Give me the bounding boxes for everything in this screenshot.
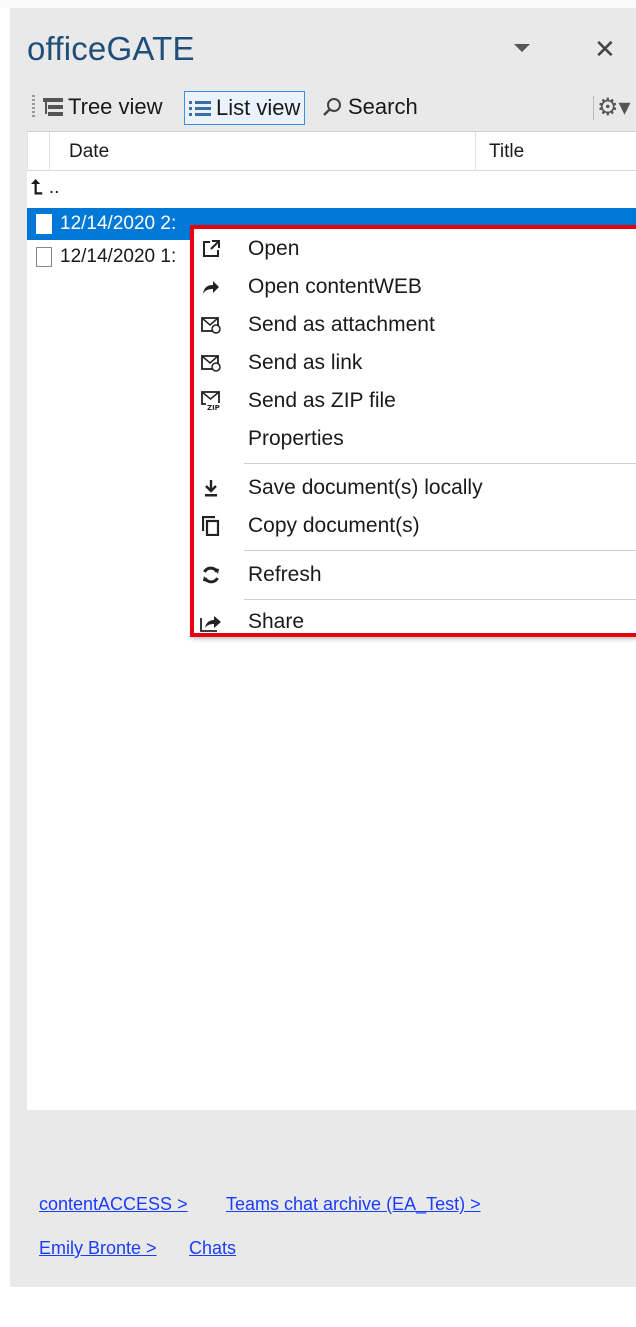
- menu-item-label: Refresh: [248, 563, 322, 586]
- menu-item-open[interactable]: Open: [194, 232, 636, 266]
- mail-link-icon: [200, 352, 222, 374]
- menu-item-send-as-zip[interactable]: ZIP Send as ZIP file: [194, 384, 636, 418]
- menu-item-label: Properties: [248, 427, 344, 450]
- tree-view-icon: [43, 98, 63, 116]
- open-external-icon: [200, 238, 222, 260]
- settings-gear-icon[interactable]: ⚙▾: [597, 93, 631, 122]
- menu-item-properties[interactable]: Properties: [194, 422, 636, 456]
- menu-item-label: Send as link: [248, 351, 363, 374]
- column-separator: [27, 132, 28, 170]
- menu-item-label: Open: [248, 237, 300, 260]
- document-icon: [36, 247, 52, 267]
- parent-folder-label: ..: [48, 177, 60, 198]
- menu-separator: [244, 463, 636, 464]
- share-icon: [200, 611, 222, 633]
- column-title[interactable]: Title: [489, 141, 524, 163]
- tree-view-label: Tree view: [68, 94, 163, 119]
- row-date: 12/14/2020 1:: [60, 246, 177, 267]
- toolbar: Tree view List view Search ⚙▾: [10, 88, 636, 126]
- mail-zip-icon: ZIP: [200, 390, 222, 412]
- list-view-button[interactable]: List view: [184, 91, 306, 125]
- menu-separator: [244, 550, 636, 551]
- up-arrow-icon: ⮤: [31, 176, 43, 199]
- context-menu: Open Open contentWEB Send as attachment …: [190, 225, 636, 637]
- close-icon[interactable]: ✕: [594, 36, 616, 62]
- search-button[interactable]: Search: [323, 91, 418, 123]
- menu-item-label: Send as ZIP file: [248, 389, 396, 412]
- column-header: Date Title: [27, 132, 636, 171]
- breadcrumb-contentaccess[interactable]: contentACCESS >: [39, 1194, 188, 1215]
- toolbar-separator: [593, 96, 594, 120]
- refresh-icon: [200, 564, 222, 586]
- document-icon: [36, 214, 52, 234]
- column-separator: [49, 132, 50, 170]
- panel-title: officeGATE: [27, 30, 195, 67]
- breadcrumb-emily-bronte[interactable]: Emily Bronte >: [39, 1238, 157, 1259]
- menu-item-share[interactable]: Share: [194, 605, 636, 639]
- top-strip: [0, 0, 636, 8]
- toolbar-grip: [32, 95, 35, 119]
- menu-item-copy-documents[interactable]: Copy document(s): [194, 509, 636, 543]
- menu-separator: [244, 599, 636, 600]
- forward-arrow-icon: [200, 276, 222, 298]
- copy-icon: [200, 515, 222, 537]
- menu-item-label: Copy document(s): [248, 514, 420, 537]
- column-date[interactable]: Date: [69, 141, 109, 163]
- svg-text:ZIP: ZIP: [207, 404, 220, 411]
- tree-view-button[interactable]: Tree view: [43, 91, 163, 123]
- list-view-label: List view: [216, 95, 301, 120]
- menu-item-label: Share: [248, 610, 305, 633]
- menu-item-open-contentweb[interactable]: Open contentWEB: [194, 270, 636, 304]
- list-view-icon: [189, 99, 211, 117]
- row-date: 12/14/2020 2:: [60, 213, 177, 234]
- mail-attachment-icon: [200, 314, 222, 336]
- menu-item-label: Save document(s) locally: [248, 476, 483, 499]
- breadcrumb-chats[interactable]: Chats: [189, 1238, 236, 1259]
- download-icon: [200, 477, 222, 499]
- search-label: Search: [348, 94, 418, 119]
- menu-item-send-as-attachment[interactable]: Send as attachment: [194, 308, 636, 342]
- menu-item-send-as-link[interactable]: Send as link: [194, 346, 636, 380]
- menu-item-label: Open contentWEB: [248, 275, 422, 298]
- column-separator: [475, 132, 476, 170]
- parent-folder-row[interactable]: ⮤ ..: [27, 172, 636, 204]
- menu-item-save-locally[interactable]: Save document(s) locally: [194, 471, 636, 505]
- search-icon: [323, 97, 343, 117]
- menu-item-label: Send as attachment: [248, 313, 435, 336]
- menu-item-refresh[interactable]: Refresh: [194, 558, 636, 592]
- pane-options-chevron-icon[interactable]: [514, 44, 530, 52]
- breadcrumb-teams-chat-archive[interactable]: Teams chat archive (EA_Test) >: [226, 1194, 481, 1215]
